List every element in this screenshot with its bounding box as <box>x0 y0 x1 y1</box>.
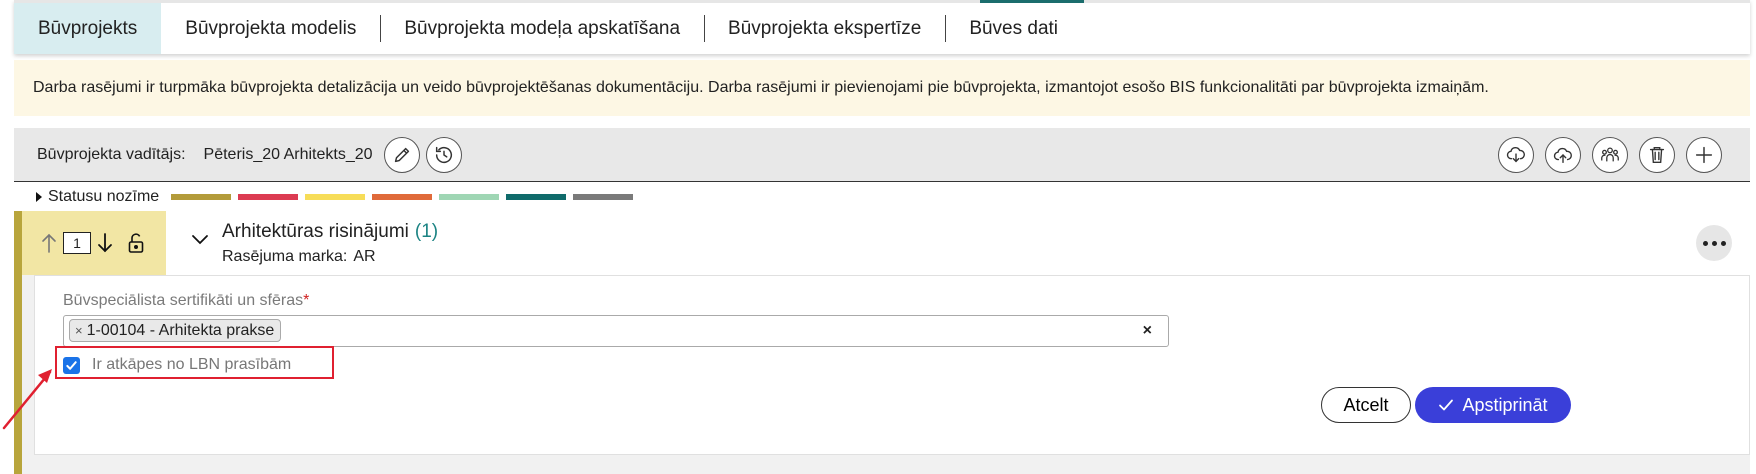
certificate-form: Būvspeciālista sertifikāti un sfēras* × … <box>34 275 1750 455</box>
lbn-deviation-label[interactable]: Ir atkāpes no LBN prasībām <box>92 356 291 374</box>
leader-actions <box>1498 137 1722 173</box>
section-count: (1) <box>414 221 439 242</box>
delete-button[interactable] <box>1639 137 1675 173</box>
selected-certificate-chip: × 1-00104 - Arhitekta prakse <box>69 319 282 342</box>
unlock-icon[interactable] <box>127 232 145 254</box>
tab-buves-dati[interactable]: Būves dati <box>945 3 1082 54</box>
cloud-upload-icon <box>1553 147 1572 164</box>
history-button[interactable] <box>425 136 462 173</box>
expand-triangle-icon[interactable] <box>36 192 42 202</box>
more-options-button[interactable] <box>1696 225 1732 261</box>
annotation-arrow-icon <box>2 369 52 430</box>
chip-remove-icon[interactable]: × <box>75 323 83 338</box>
edit-leader-button[interactable] <box>383 136 420 173</box>
people-icon <box>1601 147 1619 162</box>
tab-buvprojekta-modelis[interactable]: Būvprojekta modelis <box>161 3 380 54</box>
cloud-download-icon <box>1506 146 1525 163</box>
history-icon <box>435 146 452 163</box>
cancel-button[interactable]: Atcelt <box>1321 387 1411 423</box>
chevron-down-icon[interactable] <box>190 233 210 247</box>
dot-icon <box>1720 240 1726 246</box>
certificates-field-label: Būvspeciālista sertifikāti un sfēras* <box>63 292 309 310</box>
add-button[interactable] <box>1686 137 1722 173</box>
status-swatch <box>506 194 567 200</box>
status-legend[interactable]: Statusu nozīme <box>36 188 640 206</box>
leader-label: Būvprojekta vadītājs: <box>37 145 186 163</box>
tab-bar: Būvprojekts Būvprojekta modelis Būvproje… <box>14 0 1750 54</box>
status-swatch <box>372 194 433 200</box>
certificates-select[interactable]: × 1-00104 - Arhitekta prakse × <box>63 315 1169 347</box>
team-button[interactable] <box>1592 137 1628 173</box>
status-swatch <box>305 194 366 200</box>
drawing-mark: Rasējuma marka: AR <box>222 248 376 266</box>
leader-name: Pēteris_20 Arhitekts_20 <box>203 145 373 163</box>
confirm-button[interactable]: Apstiprināt <box>1415 387 1571 423</box>
status-swatch <box>238 194 299 200</box>
status-swatch <box>573 194 634 200</box>
chip-label: 1-00104 - Arhitekta prakse <box>86 321 275 339</box>
clear-selection-icon[interactable]: × <box>1143 322 1152 340</box>
project-leader-bar: Būvprojekta vadītājs: Pēteris_20 Arhitek… <box>14 128 1750 182</box>
required-mark: * <box>303 292 310 309</box>
order-controls: 1 <box>22 211 166 275</box>
lbn-deviation-checkbox-row[interactable]: Ir atkāpes no LBN prasībām <box>63 356 291 374</box>
dot-icon <box>1702 240 1708 246</box>
plus-icon <box>1695 146 1713 164</box>
drawing-mark-label: Rasējuma marka: <box>222 248 348 265</box>
tab-modela-apskatisana[interactable]: Būvprojekta modeļa apskatīšana <box>380 3 704 54</box>
tab-buvprojekts[interactable]: Būvprojekts <box>14 3 162 54</box>
checkmark-icon <box>1439 399 1454 411</box>
upload-button[interactable] <box>1545 137 1581 173</box>
status-legend-label[interactable]: Statusu nozīme <box>48 188 159 206</box>
section-title-text: Arhitektūras risinājumi <box>222 221 409 242</box>
drawing-section: 1 Arhitektūras risinājumi (1) Rasējuma ma… <box>14 211 1750 474</box>
pencil-icon <box>394 147 409 162</box>
trash-icon <box>1649 146 1665 164</box>
section-header: 1 Arhitektūras risinājumi (1) Rasējuma ma… <box>22 211 1750 275</box>
status-swatch <box>171 194 232 200</box>
certificates-label-text: Būvspeciālista sertifikāti un sfēras <box>63 292 304 309</box>
download-button[interactable] <box>1498 137 1534 173</box>
arrow-up-icon[interactable] <box>39 231 59 255</box>
drawing-mark-value: AR <box>353 248 376 265</box>
confirm-label: Apstiprināt <box>1462 394 1548 415</box>
lbn-deviation-checkbox[interactable] <box>63 356 80 374</box>
info-banner: Darba rasējumi ir turpmāka būvprojekta d… <box>14 60 1750 116</box>
arrow-down-icon[interactable] <box>95 231 115 255</box>
check-icon <box>66 360 77 370</box>
status-swatch <box>439 194 500 200</box>
tab-ekspertize[interactable]: Būvprojekta ekspertīze <box>704 3 945 54</box>
section-status-stripe <box>14 211 22 474</box>
order-number-input[interactable]: 1 <box>63 232 91 254</box>
section-title: Arhitektūras risinājumi (1) <box>222 221 438 243</box>
dot-icon <box>1711 240 1717 246</box>
